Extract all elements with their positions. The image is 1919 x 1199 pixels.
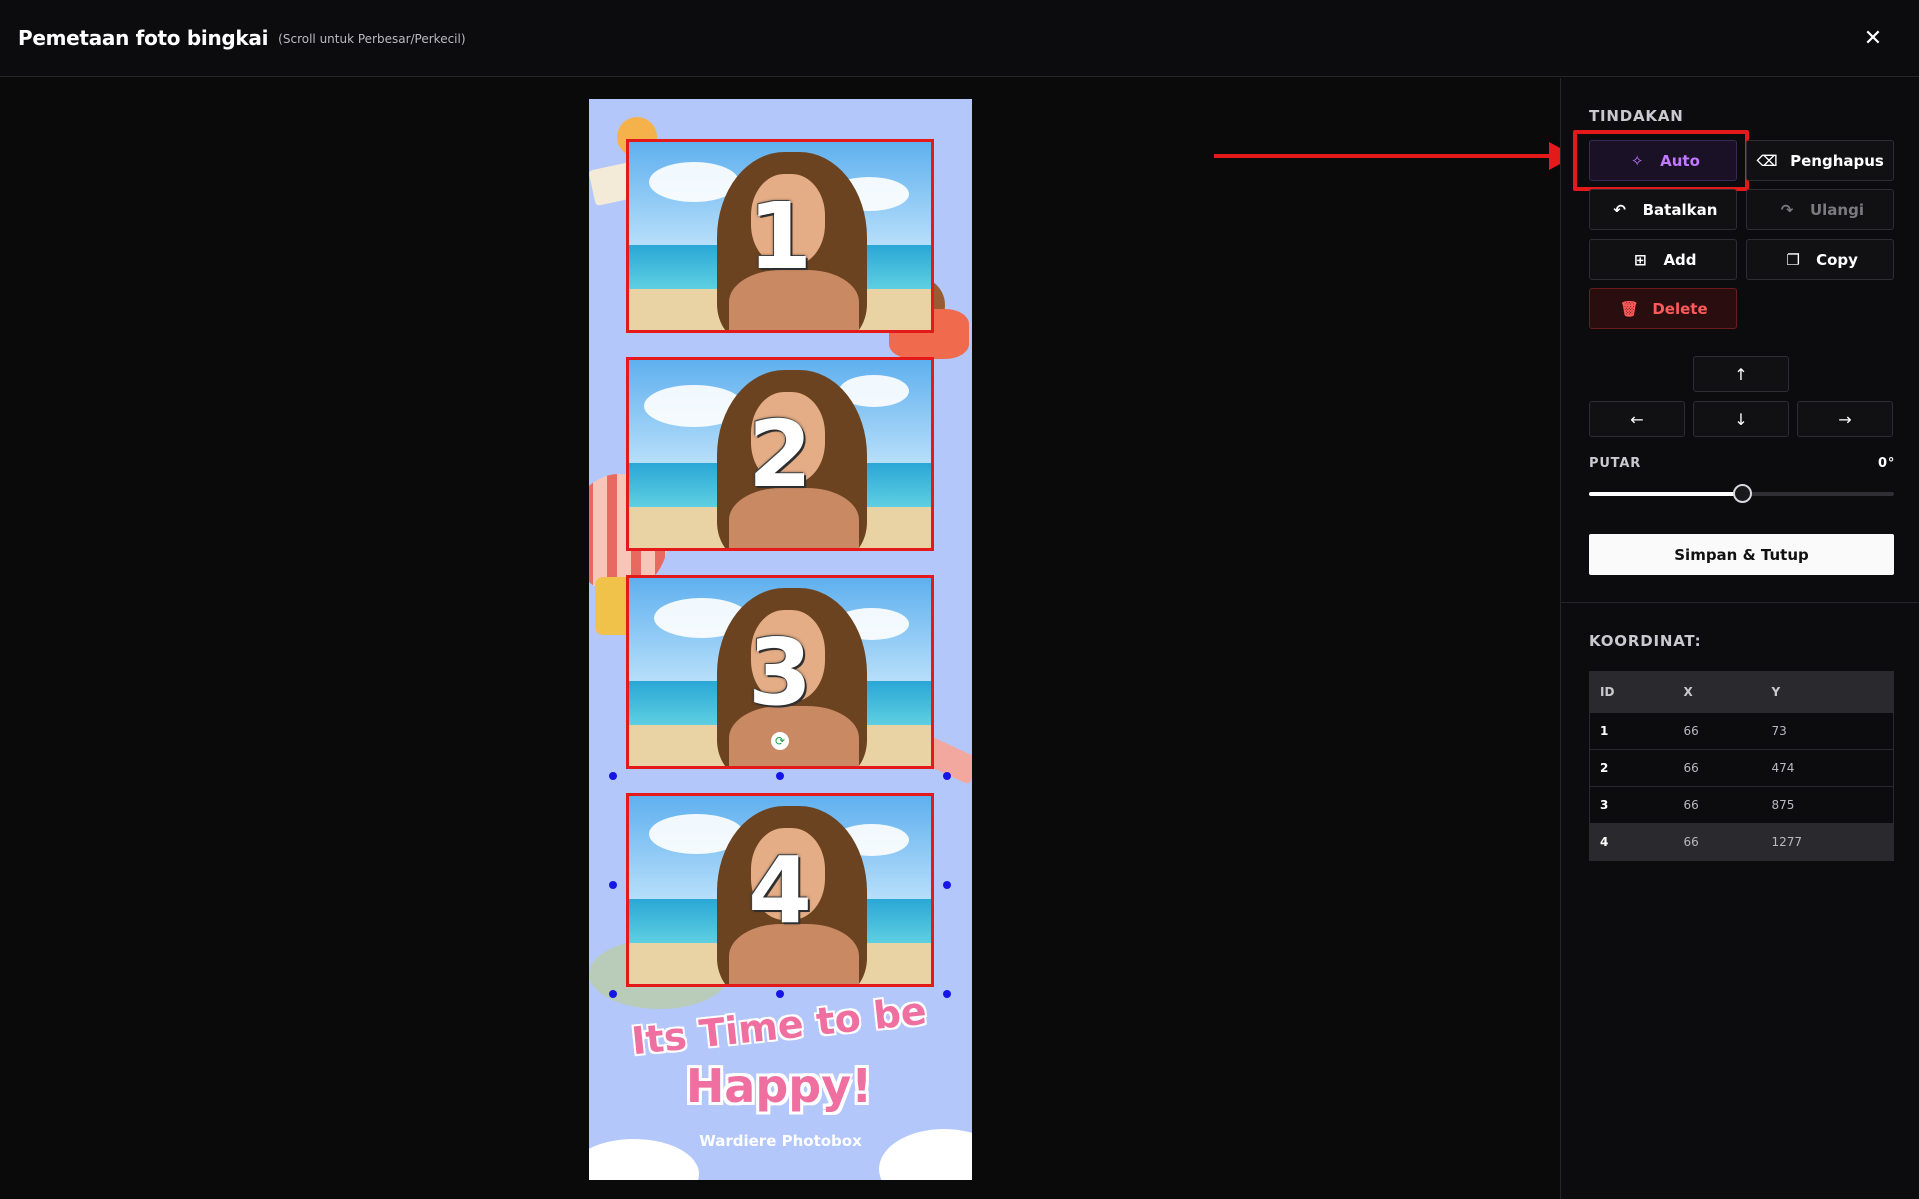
column-header-x: X (1673, 671, 1762, 713)
rotate-slider-thumb[interactable] (1732, 484, 1752, 503)
undo-button[interactable]: ↶ Batalkan (1589, 189, 1737, 230)
table-header-row: ID X Y (1589, 671, 1894, 713)
rotate-slider-fill (1589, 492, 1742, 496)
row-x: 66 (1673, 749, 1762, 787)
frame-brand: Wardiere Photobox (699, 1132, 862, 1150)
annotation-arrow (1214, 154, 1554, 158)
photo-frame-strip[interactable]: 1 2 3 4 ⟳ Its Time to be Happy! Wardiere… (589, 99, 972, 1180)
panel-divider (1561, 602, 1919, 603)
arrow-right-icon: → (1838, 409, 1852, 429)
arrow-down-icon: ↓ (1734, 409, 1748, 429)
slot-number-1: 1 (747, 182, 812, 290)
annotation-highlight-box (1573, 130, 1749, 191)
row-y: 1277 (1761, 823, 1894, 861)
redo-icon: ↷ (1780, 200, 1794, 219)
row-y: 73 (1761, 712, 1894, 750)
photo-slot-4[interactable]: 4 (626, 793, 934, 987)
arrow-left-icon: ← (1630, 409, 1644, 429)
table-row-selected[interactable]: 4 66 1277 (1589, 823, 1894, 861)
coordinates-title: KOORDINAT: (1589, 632, 1702, 650)
eraser-icon: ⌫ (1756, 151, 1778, 170)
column-header-y: Y (1761, 671, 1894, 713)
resize-handle-right[interactable] (943, 881, 951, 889)
page-title: Pemetaan foto bingkai (18, 26, 269, 50)
frame-headline-line2: Happy! (685, 1059, 873, 1113)
row-x: 66 (1673, 712, 1762, 750)
rotate-value: 0° (1878, 456, 1896, 471)
move-left-button[interactable]: ← (1589, 401, 1685, 437)
redo-button[interactable]: ↷ Ulangi (1746, 189, 1894, 230)
add-square-icon: ⊞ (1634, 250, 1647, 269)
rotate-handle-icon[interactable]: ⟳ (771, 732, 789, 750)
row-id: 1 (1589, 712, 1674, 750)
photo-slot-1[interactable]: 1 (626, 139, 934, 333)
delete-button[interactable]: 🗑 Delete (1589, 288, 1737, 329)
copy-icon: ❐ (1786, 250, 1800, 269)
undo-icon: ↶ (1613, 200, 1626, 219)
row-x: 66 (1673, 786, 1762, 824)
rotate-slider[interactable] (1589, 484, 1894, 503)
eraser-button[interactable]: ⌫ Penghapus (1746, 140, 1894, 181)
coordinates-table: ID X Y 1 66 73 2 66 474 3 66 875 4 66 12… (1589, 671, 1894, 861)
table-row[interactable]: 1 66 73 (1589, 712, 1894, 750)
move-down-button[interactable]: ↓ (1693, 401, 1789, 437)
rotate-label: PUTAR (1589, 456, 1642, 471)
photo-slot-2[interactable]: 2 (626, 357, 934, 551)
top-bar: Pemetaan foto bingkai (Scroll untuk Perb… (0, 0, 1919, 77)
row-x: 66 (1673, 823, 1762, 861)
add-button[interactable]: ⊞ Add (1589, 239, 1737, 280)
resize-handle-top-left[interactable] (609, 772, 617, 780)
move-right-button[interactable]: → (1797, 401, 1893, 437)
slot-number-4: 4 (747, 836, 812, 944)
column-header-id: ID (1589, 671, 1674, 713)
table-row[interactable]: 2 66 474 (1589, 749, 1894, 787)
row-id: 3 (1589, 786, 1674, 824)
resize-handle-bottom-right[interactable] (943, 990, 951, 998)
resize-handle-bottom[interactable] (776, 990, 784, 998)
resize-handle-top[interactable] (776, 772, 784, 780)
resize-handle-bottom-left[interactable] (609, 990, 617, 998)
actions-title: TINDAKAN (1589, 107, 1684, 125)
page-subtitle: (Scroll untuk Perbesar/Perkecil) (278, 32, 466, 46)
close-icon[interactable]: ✕ (1857, 22, 1889, 54)
canvas-area[interactable]: 1 2 3 4 ⟳ Its Time to be Happy! Wardiere… (0, 78, 1575, 1199)
row-y: 474 (1761, 749, 1894, 787)
resize-handle-top-right[interactable] (943, 772, 951, 780)
table-row[interactable]: 3 66 875 (1589, 786, 1894, 824)
save-close-button[interactable]: Simpan & Tutup (1589, 534, 1894, 575)
slot-number-2: 2 (747, 400, 812, 508)
move-up-button[interactable]: ↑ (1693, 356, 1789, 392)
copy-button[interactable]: ❐ Copy (1746, 239, 1894, 280)
row-id: 2 (1589, 749, 1674, 787)
trash-icon: 🗑 (1619, 299, 1639, 318)
arrow-up-icon: ↑ (1734, 364, 1748, 384)
resize-handle-left[interactable] (609, 881, 617, 889)
row-y: 875 (1761, 786, 1894, 824)
row-id: 4 (1589, 823, 1674, 861)
